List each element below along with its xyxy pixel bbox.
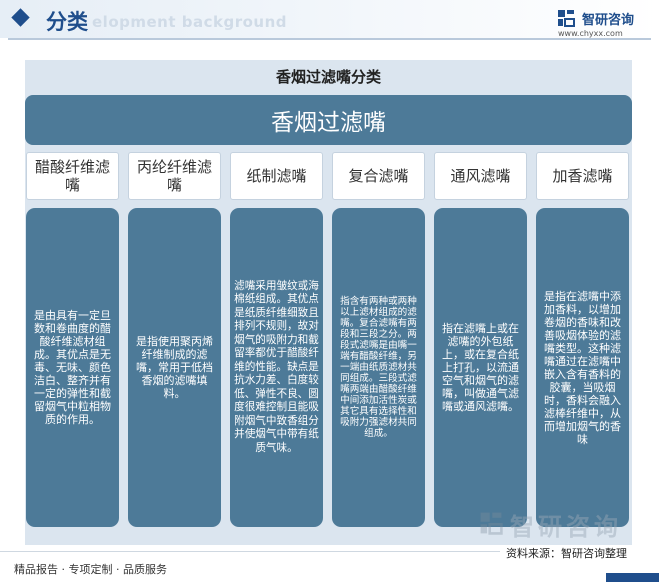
page-title: 分类 (46, 10, 88, 34)
source-note: 资料来源：智研咨询整理 (506, 547, 627, 560)
category-header-paper: 纸制滤嘴 (230, 152, 323, 200)
category-body-ventilated: 指在滤嘴上或在滤嘴的外包纸上，或在复合纸上打孔，以流通空气和烟气的滤嘴，叫做通气… (434, 208, 527, 527)
category-header-polypropylene: 丙纶纤维滤嘴 (128, 152, 221, 200)
footer-tagline: 精品报告 · 专项定制 · 品质服务 (14, 563, 167, 576)
diagram-title: 香烟过滤嘴分类 (275, 68, 381, 86)
brand-logo-icon (558, 10, 575, 27)
header-divider (8, 38, 651, 40)
footer-accent-bar (606, 573, 659, 582)
category-header-flavored: 加香滤嘴 (536, 152, 629, 200)
footer-divider (0, 551, 500, 552)
category-header-acetate: 醋酸纤维滤嘴 (26, 152, 119, 200)
category-header-composite: 复合滤嘴 (332, 152, 425, 200)
watermark-logo-icon (480, 512, 503, 535)
header-watermark: elopment background (92, 13, 287, 31)
diagram-panel: 香烟过滤嘴分类 香烟过滤嘴 醋酸纤维滤嘴 是由具有一定旦数和卷曲度的醋酸纤维滤材… (25, 60, 632, 545)
category-body-polypropylene: 是指使用聚丙烯纤维制成的滤嘴，常用于低档香烟的滤嘴填料。 (128, 208, 221, 527)
category-body-flavored: 是指在滤嘴中添加香料，以增加卷烟的香味和改善吸烟体验的滤嘴类型。这种滤嘴通过在滤… (536, 208, 629, 527)
page-header: 分类 elopment background 智研咨询 www.chyxx.co… (0, 0, 659, 40)
root-node: 香烟过滤嘴 (25, 95, 632, 145)
category-body-acetate: 是由具有一定旦数和卷曲度的醋酸纤维滤材组成。其优点是无毒、无味、颜色洁白、整齐并… (26, 208, 119, 527)
brand-name: 智研咨询 (582, 13, 635, 28)
category-body-paper: 滤嘴采用皱纹或海棉纸组成。其优点是纸质纤维细致且排列不规则，故对烟气的吸附力和截… (230, 208, 323, 527)
category-header-ventilated: 通风滤嘴 (434, 152, 527, 200)
brand-url: www.chyxx.com (558, 29, 623, 38)
category-body-composite: 指含有两种或两种以上滤材组成的滤嘴。复合滤嘴有两段和三段之分。两段式滤嘴是由嘴一… (332, 208, 425, 527)
footer-watermark: 智研咨询 (510, 513, 622, 541)
brand-logo-block: 智研咨询 www.chyxx.com (556, 8, 656, 38)
